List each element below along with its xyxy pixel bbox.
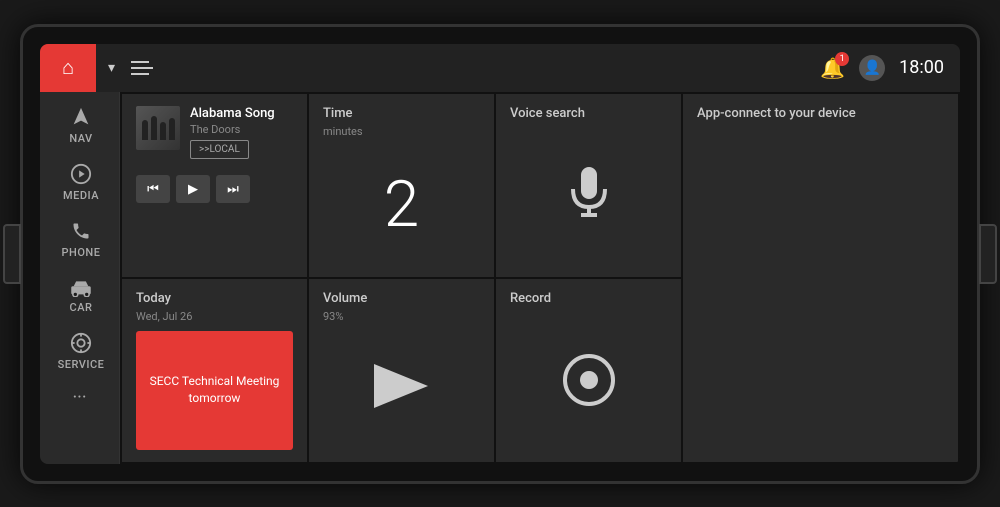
voice-title: Voice search <box>510 106 667 121</box>
car-label: CAR <box>70 301 93 314</box>
music-top: Alabama Song The Doors >>LOCAL <box>136 106 293 159</box>
menu-button[interactable] <box>131 61 153 75</box>
record-inner-circle <box>580 371 598 389</box>
volume-icon <box>323 323 480 450</box>
volume-svg <box>372 360 432 412</box>
prev-button[interactable]: ⏮ <box>136 175 170 203</box>
calendar-widget[interactable]: Today Wed, Jul 26 SECC Technical Meeting… <box>122 279 307 462</box>
media-label: MEDIA <box>63 189 99 202</box>
sidebar-item-service[interactable]: SERVICE <box>40 322 119 379</box>
calendar-today-label: Today <box>136 291 293 306</box>
song-title: Alabama Song <box>190 106 293 121</box>
top-bar: ⌂ ▾ 🔔 1 👤 18:00 <box>40 44 960 92</box>
calendar-event: SECC Technical Meeting tomorrow <box>136 331 293 450</box>
service-label: SERVICE <box>58 358 105 371</box>
song-info: Alabama Song The Doors >>LOCAL <box>190 106 293 159</box>
car-icon <box>68 277 94 297</box>
nav-icon <box>70 106 92 128</box>
main-content: NAV MEDIA PHONE <box>40 92 960 464</box>
phone-icon <box>71 220 91 242</box>
album-art-inner <box>136 106 180 150</box>
user-icon: 👤 <box>863 60 880 76</box>
record-title: Record <box>510 291 667 306</box>
voice-widget[interactable]: Voice search <box>496 94 681 277</box>
service-icon <box>70 332 92 354</box>
local-button[interactable]: >>LOCAL <box>190 140 249 159</box>
record-widget[interactable]: Record <box>496 279 681 462</box>
calendar-date: Wed, Jul 26 <box>136 310 293 323</box>
top-bar-right: 🔔 1 👤 18:00 <box>820 55 944 81</box>
top-bar-left: ⌂ ▾ <box>56 44 153 92</box>
widget-grid: Alabama Song The Doors >>LOCAL ⏮ ▶ ⏭ Tim… <box>120 92 960 464</box>
app-connect-title: App-connect to your device <box>697 106 944 121</box>
song-artist: The Doors <box>190 123 293 136</box>
clock-display: 18:00 <box>899 57 944 78</box>
screen: ⌂ ▾ 🔔 1 👤 18:00 <box>40 44 960 464</box>
mic-svg <box>565 167 613 223</box>
chevron-down-icon: ▾ <box>108 60 115 76</box>
media-icon <box>70 163 92 185</box>
sidebar-item-media[interactable]: MEDIA <box>40 153 119 210</box>
time-widget-subtitle: minutes <box>323 125 480 138</box>
next-button[interactable]: ⏭ <box>216 175 250 203</box>
band-silhouette <box>142 116 175 140</box>
sidebar: NAV MEDIA PHONE <box>40 92 120 464</box>
home-button[interactable]: ⌂ <box>40 44 96 92</box>
bracket-left <box>3 224 21 284</box>
microphone-icon <box>510 125 667 265</box>
volume-widget[interactable]: Volume 93% <box>309 279 494 462</box>
time-widget-title: Time <box>323 106 480 121</box>
play-button[interactable]: ▶ <box>176 175 210 203</box>
nav-label: NAV <box>69 132 92 145</box>
music-widget[interactable]: Alabama Song The Doors >>LOCAL ⏮ ▶ ⏭ <box>122 94 307 277</box>
app-connect-widget[interactable]: App-connect to your device <box>683 94 958 462</box>
record-outer-circle <box>563 354 615 406</box>
device-frame: ⌂ ▾ 🔔 1 👤 18:00 <box>20 24 980 484</box>
phone-label: PHONE <box>62 246 101 259</box>
sidebar-item-car[interactable]: CAR <box>40 267 119 322</box>
bracket-right <box>979 224 997 284</box>
notification-badge: 1 <box>835 52 849 66</box>
album-art <box>136 106 180 150</box>
record-icon-area <box>510 310 667 450</box>
time-widget[interactable]: Time minutes 2 <box>309 94 494 277</box>
notification-bell[interactable]: 🔔 1 <box>820 56 845 80</box>
sidebar-item-nav[interactable]: NAV <box>40 96 119 153</box>
time-value: 2 <box>323 146 480 265</box>
volume-title: Volume <box>323 291 480 306</box>
user-avatar[interactable]: 👤 <box>859 55 885 81</box>
sidebar-item-phone[interactable]: PHONE <box>40 210 119 267</box>
volume-percent: 93% <box>323 310 480 323</box>
music-controls: ⏮ ▶ ⏭ <box>136 175 293 203</box>
home-icon: ⌂ <box>62 55 74 80</box>
more-button[interactable]: ··· <box>72 387 86 408</box>
